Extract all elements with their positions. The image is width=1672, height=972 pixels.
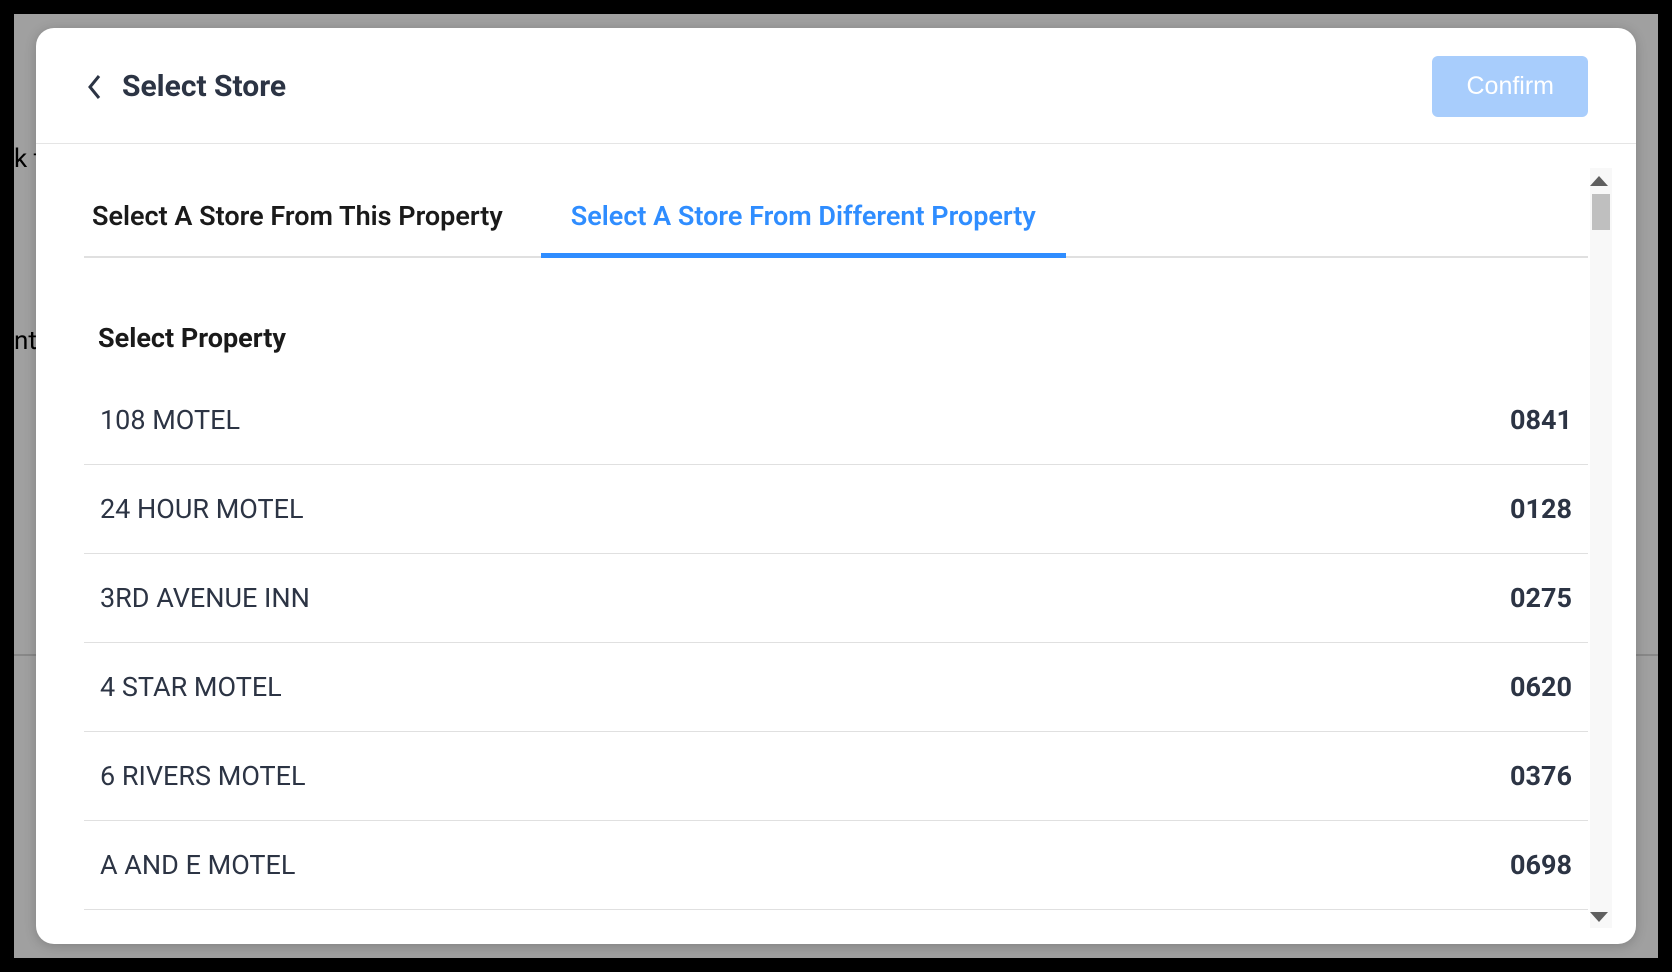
header-left: Select Store [84,69,286,104]
property-code: 0128 [1510,493,1572,525]
tab-different-property[interactable]: Select A Store From Different Property [541,186,1066,256]
property-row[interactable]: 24 HOUR MOTEL 0128 [84,465,1588,554]
property-name: 24 HOUR MOTEL [100,493,304,525]
property-code: 0275 [1510,582,1572,614]
tab-this-property[interactable]: Select A Store From This Property [84,186,541,256]
property-code: 0620 [1510,671,1572,703]
modal-title: Select Store [122,69,286,104]
property-name: 6 RIVERS MOTEL [100,760,306,792]
property-row[interactable]: A AND E MOTEL 0698 [84,821,1588,910]
property-code: 0376 [1510,760,1572,792]
property-code: 0698 [1510,849,1572,881]
modal-header: Select Store Confirm [36,28,1636,144]
property-name: 108 MOTEL [100,404,240,436]
property-row[interactable]: 6 RIVERS MOTEL 0376 [84,732,1588,821]
property-list: 108 MOTEL 0841 24 HOUR MOTEL 0128 3RD AV… [84,376,1588,910]
scrollbar-thumb[interactable] [1592,194,1610,230]
scroll-down-icon[interactable] [1590,912,1608,922]
section-title: Select Property [84,322,1588,354]
property-name: 3RD AVENUE INN [100,582,310,614]
confirm-button[interactable]: Confirm [1432,56,1588,117]
modal-body[interactable]: Select A Store From This Property Select… [36,144,1636,944]
property-name: A AND E MOTEL [100,849,295,881]
select-store-modal: Select Store Confirm Select A Store From… [36,28,1636,944]
property-name: 4 STAR MOTEL [100,671,282,703]
scroll-up-icon[interactable] [1590,176,1608,186]
scrollbar-track[interactable] [1590,168,1612,928]
property-row[interactable]: 108 MOTEL 0841 [84,376,1588,465]
property-code: 0841 [1510,404,1572,436]
property-row[interactable]: 4 STAR MOTEL 0620 [84,643,1588,732]
back-chevron-icon[interactable] [84,72,104,102]
property-row[interactable]: 3RD AVENUE INN 0275 [84,554,1588,643]
tabs-container: Select A Store From This Property Select… [84,186,1588,258]
